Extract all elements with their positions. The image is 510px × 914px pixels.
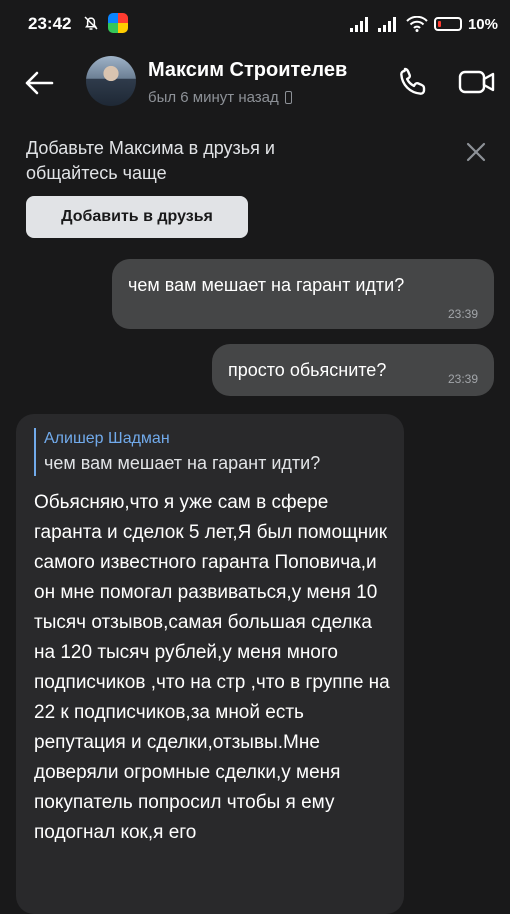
add-friend-banner: Добавьте Максима в друзья и общайтесь ча… bbox=[0, 120, 510, 255]
outgoing-message[interactable]: чем вам мешает на гарант идти? 23:39 bbox=[112, 259, 494, 329]
reply-quote[interactable]: Алишер Шадман чем вам мешает на гарант и… bbox=[34, 428, 320, 476]
last-seen-text: был 6 минут назад bbox=[148, 89, 279, 106]
phone-icon[interactable] bbox=[396, 65, 430, 99]
outgoing-message[interactable]: просто обьясните? 23:39 bbox=[212, 344, 494, 396]
message-text: просто обьясните? bbox=[228, 360, 387, 380]
signal-icon bbox=[349, 17, 368, 32]
status-time: 23:42 bbox=[28, 14, 72, 33]
chat-header: Максим Строителев был 6 минут назад bbox=[0, 48, 510, 120]
incoming-message[interactable]: Алишер Шадман чем вам мешает на гарант и… bbox=[16, 414, 404, 914]
status-indicators: 10% bbox=[349, 13, 498, 35]
message-text: Обьясняю,что я уже сам в сфере гаранта и… bbox=[34, 492, 390, 843]
add-friend-button[interactable]: Добавить в друзья bbox=[26, 196, 248, 238]
banner-text: Добавьте Максима в друзья и общайтесь ча… bbox=[26, 138, 275, 183]
app-icon bbox=[108, 13, 128, 33]
reply-author: Алишер Шадман bbox=[44, 430, 170, 447]
battery-percent: 10% bbox=[467, 15, 498, 33]
bell-off-icon bbox=[84, 16, 98, 30]
video-call-icon[interactable] bbox=[458, 67, 496, 97]
message-text: чем вам мешает на гарант идти? bbox=[128, 275, 405, 295]
last-seen: был 6 минут назад bbox=[148, 89, 292, 106]
message-time: 23:39 bbox=[447, 372, 478, 386]
close-icon[interactable] bbox=[464, 140, 488, 164]
signal-icon bbox=[377, 17, 396, 32]
reply-text: чем вам мешает на гарант идти? bbox=[44, 453, 321, 473]
contact-name[interactable]: Максим Строителев bbox=[148, 59, 347, 82]
battery-icon bbox=[433, 17, 462, 31]
message-time: 23:39 bbox=[447, 307, 478, 321]
mobile-device-icon bbox=[284, 91, 292, 104]
back-arrow-icon[interactable] bbox=[22, 66, 56, 100]
status-bar: 23:42 10% bbox=[0, 0, 510, 48]
wifi-icon bbox=[406, 16, 428, 32]
avatar[interactable] bbox=[86, 56, 136, 106]
